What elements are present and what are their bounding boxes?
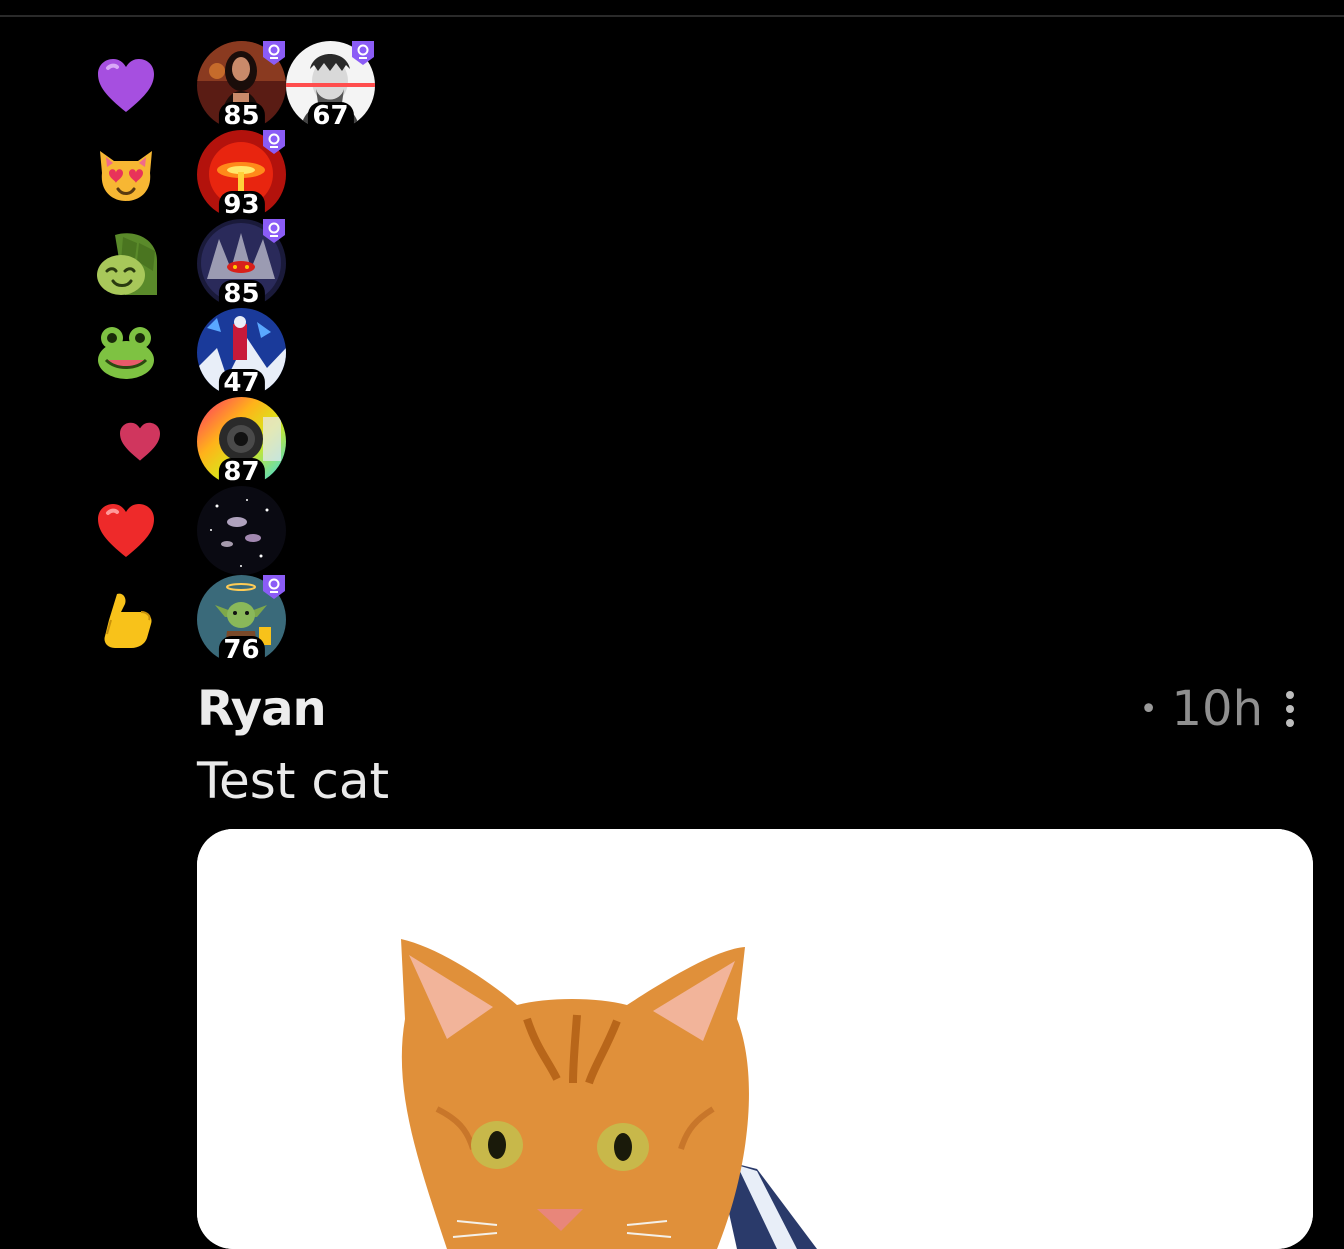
- reaction-row[interactable]: 76: [0, 575, 1344, 664]
- reaction-row[interactable]: 93: [0, 130, 1344, 219]
- author-name[interactable]: Ryan: [197, 681, 327, 737]
- verified-badge-icon: [351, 39, 375, 66]
- reaction-row[interactable]: 85: [0, 219, 1344, 308]
- verified-badge-icon: [262, 573, 286, 600]
- reaction-avatars: 85: [197, 219, 286, 308]
- reaction-row[interactable]: 87: [0, 397, 1344, 486]
- purple-heart-icon: [88, 41, 164, 130]
- post-timestamp: 10h: [1171, 681, 1264, 737]
- reaction-avatars: 87: [197, 397, 286, 486]
- reaction-avatars: 93: [197, 130, 286, 219]
- avatar[interactable]: 87: [197, 397, 286, 486]
- reaction-avatars: 85 67: [197, 41, 375, 130]
- call-me-hand-icon: [88, 575, 164, 664]
- avatar[interactable]: [197, 486, 286, 575]
- frog-icon: [88, 308, 164, 397]
- red-heart-icon: [88, 486, 164, 575]
- reaction-avatars: 47: [197, 308, 286, 397]
- avatar[interactable]: 85: [197, 41, 286, 130]
- user-score: 85: [218, 280, 265, 308]
- post-text: Test cat: [197, 752, 390, 810]
- avatar[interactable]: 85: [197, 219, 286, 308]
- reaction-avatars: [197, 486, 286, 575]
- small-heart-icon: [88, 397, 178, 486]
- more-options-icon[interactable]: [1283, 691, 1297, 727]
- post-image[interactable]: [197, 829, 1313, 1249]
- turtle-icon: [88, 219, 164, 308]
- avatar[interactable]: 67: [286, 41, 375, 130]
- cat-image: [197, 829, 1313, 1249]
- avatar[interactable]: 76: [197, 575, 286, 664]
- avatar[interactable]: 93: [197, 130, 286, 219]
- avatar[interactable]: 47: [197, 308, 286, 397]
- top-divider: [0, 15, 1344, 17]
- reaction-row[interactable]: 47: [0, 308, 1344, 397]
- user-score: 85: [218, 102, 265, 130]
- user-score: 76: [218, 636, 265, 664]
- reaction-avatars: 76: [197, 575, 286, 664]
- meta-separator: •: [1139, 691, 1158, 727]
- reaction-row[interactable]: 85 67: [0, 41, 1344, 130]
- post-meta: • 10h: [1140, 681, 1297, 737]
- verified-badge-icon: [262, 39, 286, 66]
- heart-eyes-cat-icon: [88, 130, 164, 219]
- verified-badge-icon: [262, 128, 286, 155]
- user-score: 87: [218, 458, 265, 486]
- verified-badge-icon: [262, 217, 286, 244]
- user-score: 47: [218, 369, 265, 397]
- user-score: 93: [218, 191, 265, 219]
- reaction-row[interactable]: [0, 486, 1344, 575]
- user-score: 67: [307, 102, 354, 130]
- post-header: Ryan • 10h: [197, 677, 1297, 739]
